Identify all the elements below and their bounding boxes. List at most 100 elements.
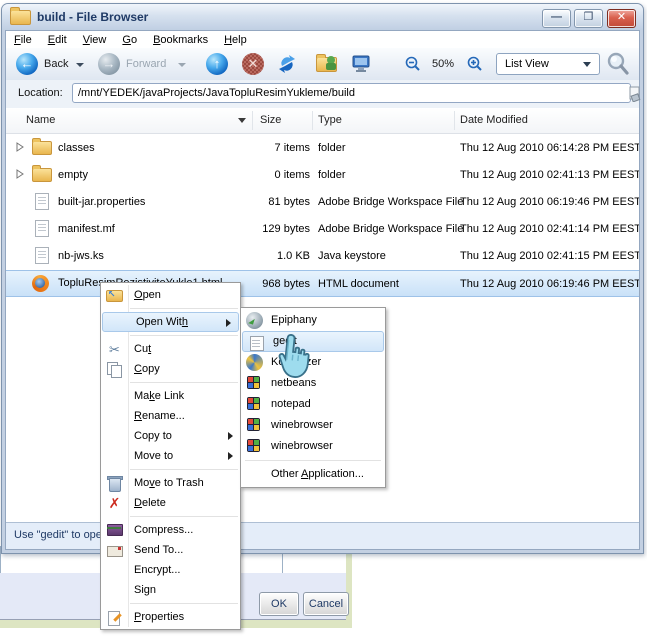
menu-item-sign[interactable]: Sign <box>101 580 240 600</box>
ok-button[interactable]: OK <box>259 592 299 616</box>
menu-item-rename[interactable]: Rename... <box>101 406 240 426</box>
reload-icon[interactable] <box>276 53 298 78</box>
chevron-down-icon <box>583 62 591 67</box>
file-type: Adobe Bridge Workspace File <box>318 196 464 208</box>
menu-bookmarks[interactable]: Bookmarks <box>145 32 216 48</box>
back-label[interactable]: Back <box>44 58 68 70</box>
menu-item-make-link[interactable]: Make Link <box>101 386 240 406</box>
scissors-icon: ✂ <box>109 342 120 357</box>
file-icon <box>35 247 49 264</box>
maximize-button[interactable]: ❐ <box>574 9 603 28</box>
computer-icon[interactable] <box>351 53 373 78</box>
menu-item-move-to-trash[interactable]: Move to Trash <box>101 473 240 493</box>
file-type: Adobe Bridge Workspace File <box>318 223 464 235</box>
menu-item-epiphany[interactable]: Epiphany <box>241 310 385 331</box>
epiphany-icon <box>246 312 263 329</box>
trash-icon <box>106 475 123 492</box>
menu-item-copy[interactable]: Copy <box>101 359 240 379</box>
file-name: manifest.mf <box>58 223 115 235</box>
file-row-empty[interactable]: empty 0 items folder Thu 12 Aug 2010 02:… <box>6 162 639 189</box>
file-size: 1.0 KB <box>276 250 310 262</box>
search-icon[interactable] <box>606 52 631 80</box>
menu-item-winebrowser-2[interactable]: winebrowser <box>241 436 385 457</box>
close-button[interactable]: ✕ <box>607 9 636 28</box>
toolbar: ← Back → Forward ↑ ✕ 50% List View <box>6 48 639 81</box>
menu-help[interactable]: Help <box>216 32 255 48</box>
column-header-date-modified[interactable]: Date Modified <box>460 114 528 126</box>
file-row-nb-jws[interactable]: nb-jws.ks 1.0 KB Java keystore Thu 12 Au… <box>6 243 639 270</box>
file-name: empty <box>58 169 88 181</box>
sort-descending-icon <box>238 118 246 123</box>
menu-file[interactable]: File <box>6 32 40 48</box>
file-name: built-jar.properties <box>58 196 146 208</box>
location-input[interactable]: /mnt/YEDEK/javaProjects/JavaTopluResimYu… <box>72 83 631 103</box>
menu-item-compress[interactable]: Compress... <box>101 520 240 540</box>
menu-item-send-to[interactable]: Send To... <box>101 540 240 560</box>
cancel-button[interactable]: Cancel <box>303 592 349 616</box>
file-modified: Thu 12 Aug 2010 02:41:13 PM EEST <box>460 169 639 181</box>
forward-icon: → <box>98 53 120 75</box>
file-row-manifest[interactable]: manifest.mf 129 bytes Adobe Bridge Works… <box>6 216 639 243</box>
menu-item-netbeans[interactable]: netbeans <box>241 373 385 394</box>
window-folder-icon <box>10 6 31 25</box>
zoom-in-icon[interactable] <box>466 55 484 76</box>
file-size: 0 items <box>274 169 310 181</box>
file-type: folder <box>318 169 346 181</box>
submenu-arrow-icon <box>226 319 231 327</box>
menu-item-encrypt[interactable]: Encrypt... <box>101 560 240 580</box>
properties-icon <box>106 609 123 626</box>
windows-app-icon <box>247 397 260 410</box>
menu-item-open[interactable]: Open <box>101 284 240 305</box>
zoom-out-icon[interactable] <box>404 55 422 76</box>
menu-separator <box>130 335 238 336</box>
view-mode-dropdown[interactable]: List View <box>496 53 600 75</box>
back-dropdown-caret[interactable] <box>76 63 84 67</box>
windows-app-icon <box>247 376 260 389</box>
file-size: 7 items <box>274 142 310 154</box>
menu-item-open-with[interactable]: Open With <box>102 312 239 332</box>
location-clear-icon[interactable] <box>628 86 642 105</box>
mail-icon <box>106 542 123 559</box>
menu-separator <box>130 516 238 517</box>
globe-icon <box>246 354 263 371</box>
menu-item-properties[interactable]: Properties <box>101 607 240 627</box>
forward-dropdown-caret <box>178 63 186 67</box>
gedit-icon <box>248 334 265 351</box>
menu-separator <box>130 382 238 383</box>
menu-item-delete[interactable]: ✗ Delete <box>101 493 240 513</box>
menu-view[interactable]: View <box>75 32 115 48</box>
column-header-size[interactable]: Size <box>260 114 281 126</box>
file-row-built-jar[interactable]: built-jar.properties 81 bytes Adobe Brid… <box>6 189 639 216</box>
up-icon[interactable]: ↑ <box>206 53 228 75</box>
menu-item-kompozer[interactable]: Kompozer <box>241 352 385 373</box>
expander-icon[interactable] <box>16 142 24 155</box>
file-type: HTML document <box>318 278 399 290</box>
menu-item-move-to[interactable]: Move to <box>101 446 240 466</box>
menu-separator <box>130 308 238 309</box>
zoom-level: 50% <box>432 58 455 70</box>
column-header-type[interactable]: Type <box>318 114 342 126</box>
expander-icon[interactable] <box>16 169 24 182</box>
file-modified: Thu 12 Aug 2010 06:19:46 PM EEST <box>460 196 639 208</box>
location-bar: Location: /mnt/YEDEK/javaProjects/JavaTo… <box>6 80 642 109</box>
menu-item-copy-to[interactable]: Copy to <box>101 426 240 446</box>
menu-item-other-application[interactable]: Other Application... <box>241 464 385 485</box>
copy-icon <box>106 362 123 379</box>
menu-separator <box>245 460 381 461</box>
column-header-name[interactable]: Name <box>26 114 55 126</box>
menu-edit[interactable]: Edit <box>40 32 75 48</box>
menubar: File Edit View Go Bookmarks Help <box>6 31 639 48</box>
file-row-classes[interactable]: classes 7 items folder Thu 12 Aug 2010 0… <box>6 135 639 162</box>
view-mode-value: List View <box>505 58 549 70</box>
menu-item-notepad[interactable]: notepad <box>241 394 385 415</box>
folder-icon <box>32 165 52 182</box>
menu-go[interactable]: Go <box>114 32 145 48</box>
menu-separator <box>130 469 238 470</box>
delete-icon: ✗ <box>108 495 121 511</box>
location-label: Location: <box>18 87 63 99</box>
menu-item-winebrowser-1[interactable]: winebrowser <box>241 415 385 436</box>
minimize-button[interactable]: — <box>542 9 571 28</box>
menu-item-cut[interactable]: ✂ Cut <box>101 339 240 359</box>
back-icon[interactable]: ← <box>16 53 38 75</box>
window-title: build - File Browser <box>37 10 149 24</box>
